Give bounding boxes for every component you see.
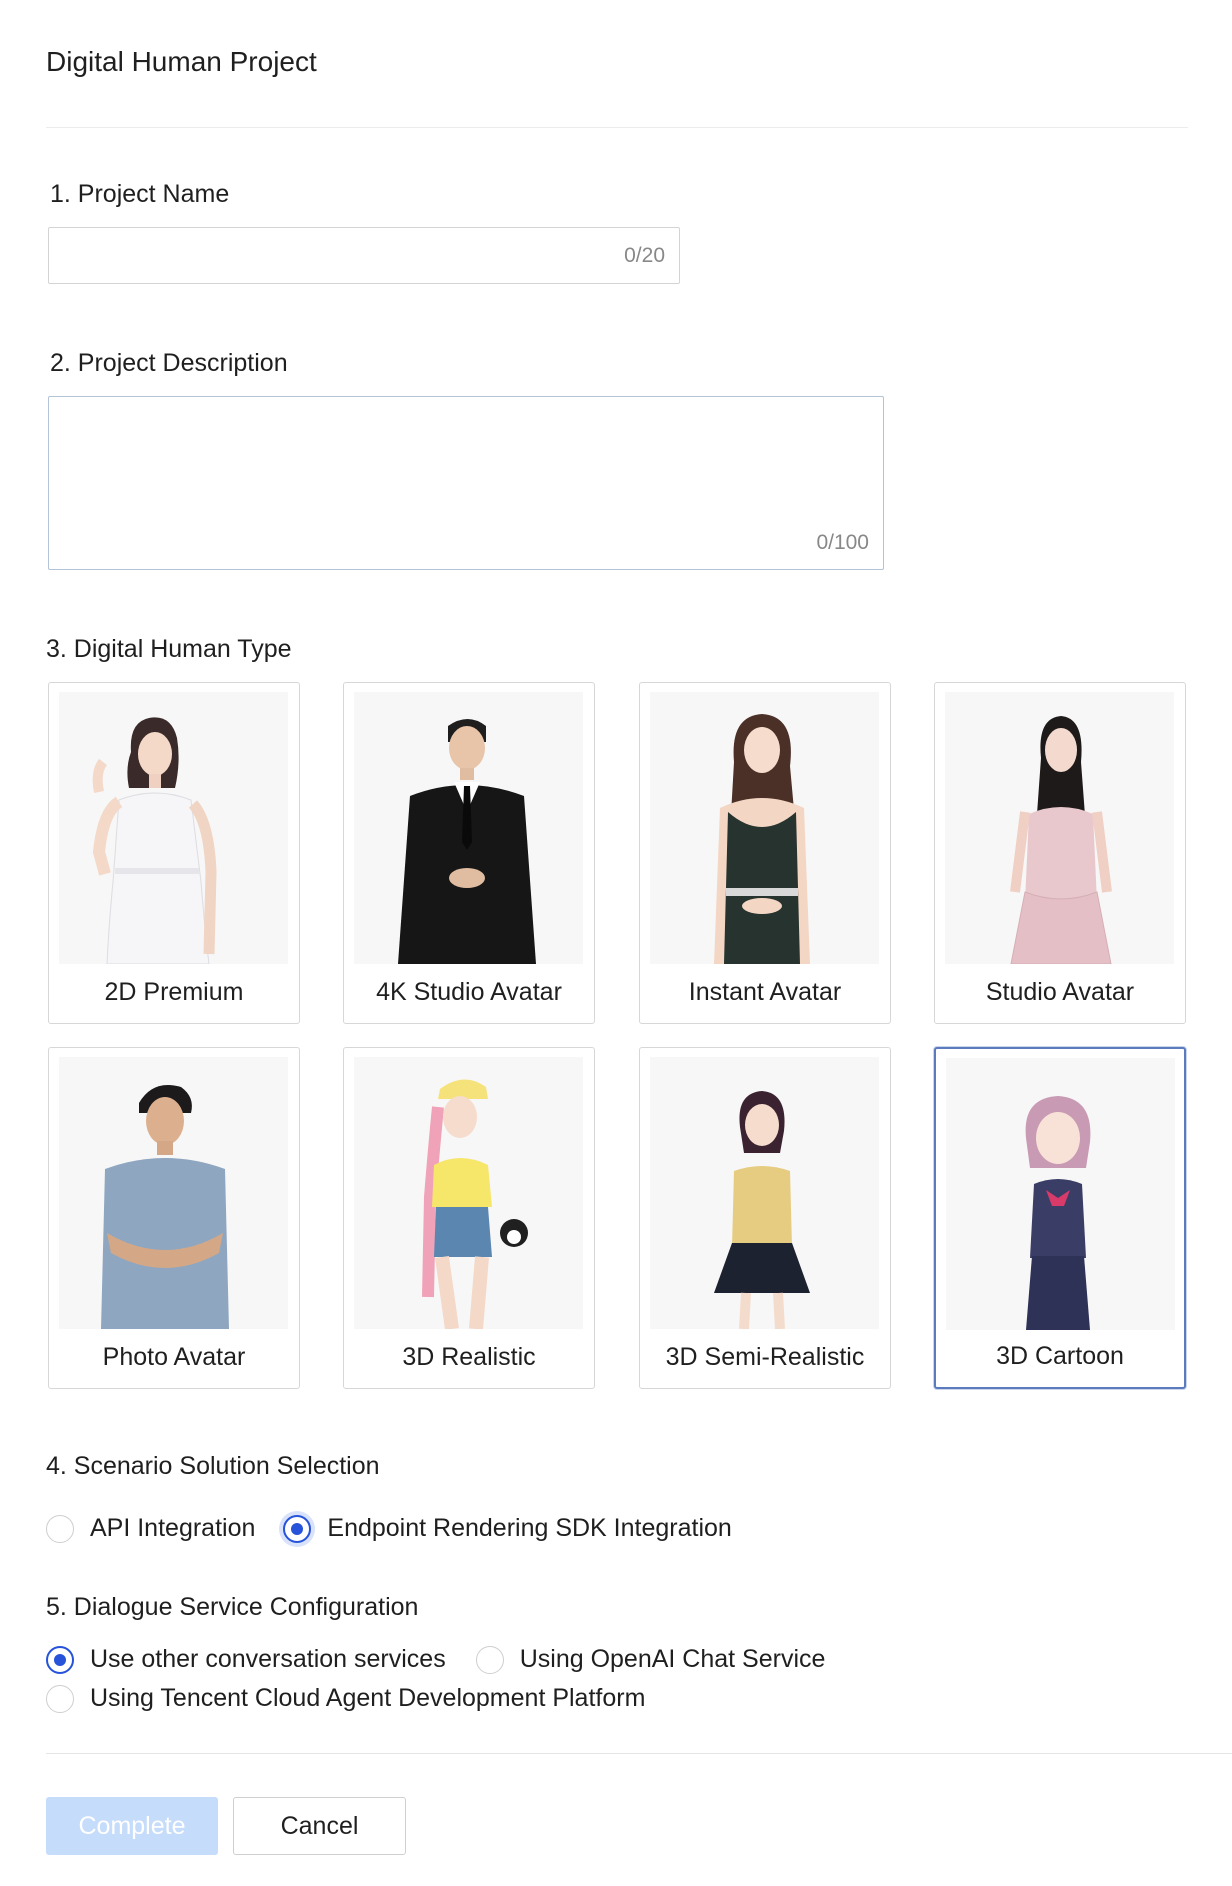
project-description-textarea[interactable]: 0/100 (48, 396, 884, 570)
avatar-label: Instant Avatar (688, 978, 842, 1006)
avatar-label: Studio Avatar (985, 978, 1135, 1006)
complete-button[interactable]: Complete (46, 1797, 218, 1855)
project-description-counter: 0/100 (816, 531, 869, 554)
avatar-label: 2D Premium (104, 978, 244, 1006)
avatar-label: 3D Realistic (402, 1343, 536, 1371)
project-description-label: 2. Project Description (50, 349, 288, 377)
human-type-label: 3. Digital Human Type (46, 635, 292, 663)
radio-button[interactable] (475, 1645, 504, 1674)
avatar-card-3d-cartoon[interactable]: 3D Cartoon (934, 1047, 1186, 1389)
radio-label: Endpoint Rendering SDK Integration (327, 1514, 732, 1542)
radio-button[interactable] (46, 1645, 74, 1674)
scenario-label: 4. Scenario Solution Selection (46, 1452, 380, 1480)
project-name-label: 1. Project Name (50, 180, 230, 208)
avatar-label: 3D Semi-Realistic (665, 1343, 865, 1371)
avatar-card-3d-semi-realistic[interactable]: 3D Semi-Realistic (639, 1047, 891, 1389)
avatar-label: 3D Cartoon (996, 1342, 1124, 1370)
avatar-card-2d-premium[interactable]: 2D Premium (48, 682, 300, 1024)
radio-button[interactable] (283, 1514, 312, 1543)
radio-button[interactable] (46, 1514, 74, 1543)
scenario-radio-group: API Integration Endpoint Rendering SDK I… (46, 1514, 760, 1543)
footer-divider (46, 1753, 1232, 1754)
avatar-image-studio (945, 692, 1174, 964)
avatar-card-4k-studio[interactable]: 4K Studio Avatar (343, 682, 595, 1024)
radio-openai-chat[interactable]: Using OpenAI Chat Service (475, 1645, 826, 1674)
project-name-input[interactable]: 0/20 (48, 227, 680, 284)
avatar-card-3d-realistic[interactable]: 3D Realistic (343, 1047, 595, 1389)
avatar-label: 4K Studio Avatar (376, 978, 562, 1006)
radio-label: Using OpenAI Chat Service (519, 1645, 826, 1673)
avatar-image-photo (59, 1057, 288, 1329)
avatar-image-2d-premium (59, 692, 288, 964)
radio-label: Use other conversation services (90, 1645, 446, 1673)
cancel-button[interactable]: Cancel (233, 1797, 406, 1855)
radio-tencent-agent[interactable]: Using Tencent Cloud Agent Development Pl… (46, 1684, 645, 1713)
project-name-counter: 0/20 (624, 244, 665, 267)
dialogue-label: 5. Dialogue Service Configuration (46, 1593, 419, 1621)
radio-label: API Integration (90, 1514, 256, 1542)
radio-other-services[interactable]: Use other conversation services (46, 1645, 446, 1674)
radio-api-integration[interactable]: API Integration (46, 1514, 255, 1543)
title-divider (46, 127, 1188, 128)
radio-endpoint-sdk[interactable]: Endpoint Rendering SDK Integration (283, 1514, 732, 1543)
avatar-card-instant[interactable]: Instant Avatar (639, 682, 891, 1024)
radio-label: Using Tencent Cloud Agent Development Pl… (90, 1684, 646, 1712)
avatar-card-studio[interactable]: Studio Avatar (934, 682, 1186, 1024)
avatar-card-photo[interactable]: Photo Avatar (48, 1047, 300, 1389)
avatar-image-3d-semi-realistic (650, 1057, 879, 1329)
avatar-image-4k-studio (354, 692, 583, 964)
avatar-image-instant (650, 692, 879, 964)
page-title: Digital Human Project (46, 46, 317, 77)
avatar-image-3d-realistic (354, 1057, 583, 1329)
avatar-image-3d-cartoon (946, 1058, 1175, 1330)
radio-button[interactable] (46, 1684, 74, 1713)
avatar-label: Photo Avatar (102, 1343, 246, 1371)
dialogue-radio-group-row2: Using Tencent Cloud Agent Development Pl… (46, 1684, 673, 1713)
dialogue-radio-group-row1: Use other conversation services Using Op… (46, 1645, 853, 1674)
